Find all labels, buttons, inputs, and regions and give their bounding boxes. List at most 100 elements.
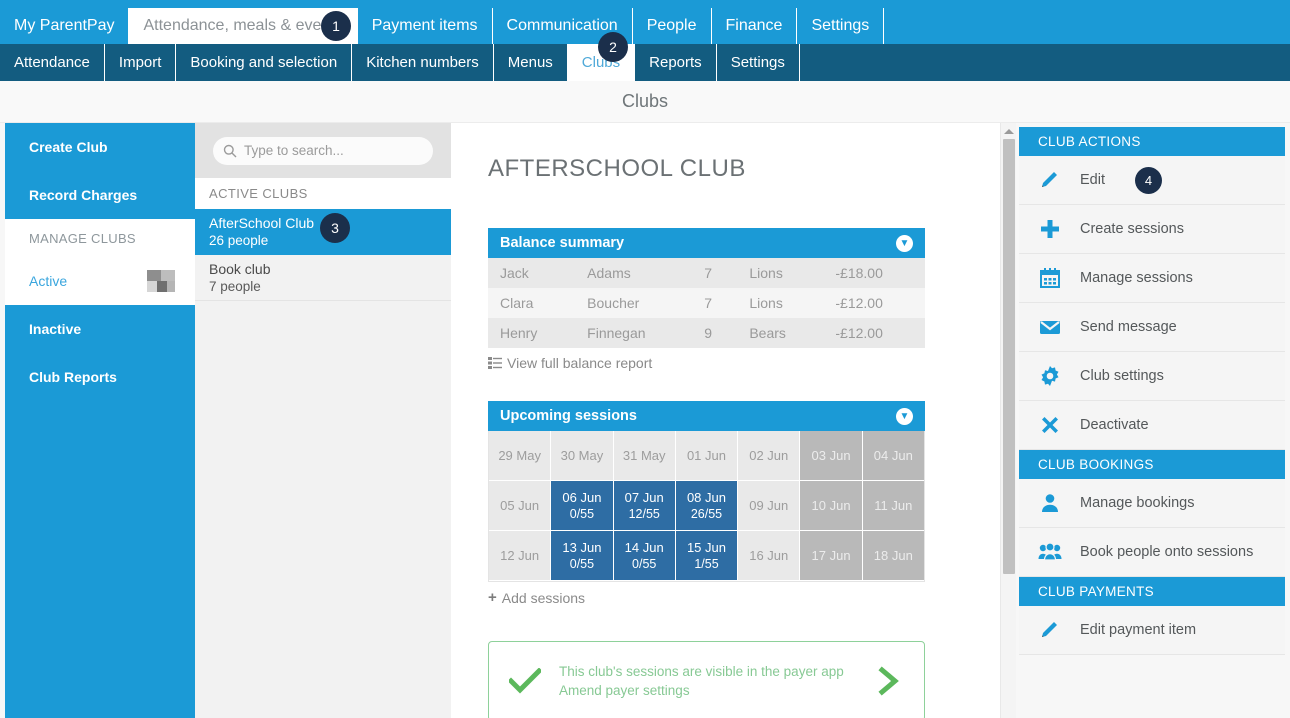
nav-tab-settings[interactable]: Settings: [797, 8, 885, 44]
subnav-tab-kitchen-numbers[interactable]: Kitchen numbers: [352, 44, 494, 81]
scroll-up-arrow-icon[interactable]: [1004, 129, 1014, 134]
calendar-day-count: 0/55: [569, 556, 595, 571]
calendar-day-cell[interactable]: 02 Jun: [738, 431, 801, 481]
calendar-day-date: 30 May: [560, 447, 604, 463]
action-deactivate[interactable]: Deactivate: [1019, 401, 1285, 450]
calendar-day-cell[interactable]: 03 Jun: [800, 431, 863, 481]
calendar-day-count: 26/55: [690, 506, 723, 521]
subnav-tab-menus[interactable]: Menus: [494, 44, 568, 81]
balance-summary-header[interactable]: Balance summary ▼: [488, 228, 925, 258]
action-edit-payment-item-label: Edit payment item: [1080, 622, 1197, 638]
calendar-day-cell[interactable]: 09 Jun: [738, 481, 801, 531]
calendar-day-cell[interactable]: 12 Jun: [489, 531, 552, 581]
calendar-day-cell[interactable]: 16 Jun: [738, 531, 801, 581]
payer-app-notice-text: This club's sessions are visible in the …: [559, 662, 856, 700]
nav-tab-finance[interactable]: Finance: [711, 8, 798, 44]
sidebar-item-record-charges[interactable]: Record Charges: [5, 171, 195, 219]
subnav-tab-booking-and-selection[interactable]: Booking and selection: [176, 44, 353, 81]
nav-tab-my-parentpay[interactable]: My ParentPay: [0, 8, 130, 44]
action-book-people-onto-sessions[interactable]: Book people onto sessions: [1019, 528, 1285, 577]
calendar-day-date: 15 Jun: [686, 539, 726, 555]
calendar-day-cell[interactable]: 29 May: [489, 431, 552, 481]
top-navigation-bar: My ParentPay Attendance, meals & events …: [0, 0, 1290, 44]
search-icon: [223, 144, 237, 157]
action-club-settings[interactable]: Club settings: [1019, 352, 1285, 401]
upcoming-sessions-header[interactable]: Upcoming sessions ▼: [488, 401, 925, 431]
pencil-icon: [1038, 618, 1062, 642]
calendar-day-date: 31 May: [622, 447, 666, 463]
calendar-day-cell[interactable]: 17 Jun: [800, 531, 863, 581]
action-manage-sessions[interactable]: Manage sessions: [1019, 254, 1285, 303]
calendar-day-cell[interactable]: 11 Jun: [862, 481, 924, 531]
chevron-down-icon[interactable]: ▼: [896, 407, 913, 425]
calendar-day-cell[interactable]: 01 Jun: [675, 431, 739, 481]
sessions-calendar: 29 May 30 May 31 May 01 Jun 02 Jun 03 Ju…: [488, 431, 925, 582]
calendar-day-date: 12 Jun: [500, 547, 540, 563]
sidebar-item-active[interactable]: Active: [5, 257, 195, 305]
subnav-tab-attendance[interactable]: Attendance: [0, 44, 105, 81]
calendar-day-cell[interactable]: 07 Jun 12/55: [613, 481, 676, 531]
step-badge-4: 4: [1135, 166, 1162, 194]
action-edit-payment-item[interactable]: Edit payment item: [1019, 606, 1285, 655]
add-sessions-link[interactable]: + Add sessions: [488, 589, 1000, 606]
calendar-day-date: 08 Jun: [686, 489, 726, 505]
calendar-day-date: 09 Jun: [749, 497, 789, 513]
view-full-balance-report-link[interactable]: View full balance report: [488, 355, 1000, 371]
action-book-people-onto-sessions-label: Book people onto sessions: [1080, 544, 1254, 560]
sidebar-item-create-club[interactable]: Create Club: [5, 123, 195, 171]
calendar-day-cell[interactable]: 18 Jun: [862, 531, 924, 581]
cell-amount: -£18.00: [835, 265, 883, 281]
payer-app-notice[interactable]: This club's sessions are visible in the …: [488, 641, 925, 718]
subnav-tab-import[interactable]: Import: [105, 44, 177, 81]
action-send-message[interactable]: Send message: [1019, 303, 1285, 352]
action-edit[interactable]: Edit 4: [1019, 156, 1285, 205]
club-search-wrap: Type to search...: [195, 123, 451, 178]
chevron-down-icon[interactable]: ▼: [896, 234, 913, 252]
table-row[interactable]: Jack Adams 7 Lions -£18.00: [488, 258, 925, 288]
calendar-day-cell[interactable]: 31 May: [613, 431, 676, 481]
calendar-day-cell[interactable]: 04 Jun: [862, 431, 924, 481]
calendar-day-count: 0/55: [569, 506, 595, 521]
calendar-day-cell[interactable]: 14 Jun 0/55: [613, 531, 676, 581]
plus-icon: [1038, 217, 1062, 241]
calendar-day-cell[interactable]: 08 Jun 26/55: [675, 481, 739, 531]
step-badge-3: 3: [320, 213, 350, 243]
club-people-count: 7 people: [209, 279, 261, 294]
gear-icon: [1038, 364, 1062, 388]
cell-year: 9: [704, 325, 712, 341]
cross-icon: [1038, 413, 1062, 437]
calendar-icon: [1038, 266, 1062, 290]
calendar-day-cell[interactable]: 06 Jun 0/55: [551, 481, 614, 531]
nav-tab-payment-items[interactable]: Payment items: [357, 8, 493, 44]
calendar-day-cell[interactable]: 10 Jun: [800, 481, 863, 531]
payer-app-notice-line1: This club's sessions are visible in the …: [559, 664, 844, 679]
subnav-tab-settings[interactable]: Settings: [717, 44, 800, 81]
action-manage-bookings[interactable]: Manage bookings: [1019, 479, 1285, 528]
nav-tab-people[interactable]: People: [632, 8, 712, 44]
calendar-day-cell[interactable]: 30 May: [551, 431, 614, 481]
payer-app-notice-line2: Amend payer settings: [559, 683, 690, 698]
calendar-day-cell[interactable]: 13 Jun 0/55: [551, 531, 614, 581]
calendar-day-cell[interactable]: 15 Jun 1/55: [675, 531, 739, 581]
scrollbar-thumb[interactable]: [1003, 139, 1015, 574]
club-bookings-heading: CLUB BOOKINGS: [1019, 450, 1285, 479]
calendar-day-date: 05 Jun: [500, 497, 540, 513]
sidebar-item-inactive[interactable]: Inactive: [5, 305, 195, 353]
sidebar-heading-manage-clubs: MANAGE CLUBS: [29, 230, 136, 246]
calendar-day-count: 0/55: [632, 556, 657, 571]
sidebar-item-club-reports[interactable]: Club Reports: [5, 353, 195, 401]
view-full-balance-report-label: View full balance report: [507, 355, 653, 371]
chevron-right-icon[interactable]: [874, 666, 904, 696]
calendar-day-date: 29 May: [498, 447, 541, 463]
action-create-sessions[interactable]: Create sessions: [1019, 205, 1285, 254]
table-row[interactable]: Clara Boucher 7 Lions -£12.00: [488, 288, 925, 318]
top-nav-tabs: My ParentPay Attendance, meals & events …: [0, 8, 885, 44]
vertical-scrollbar[interactable]: [1000, 123, 1016, 718]
calendar-day-date: 07 Jun: [624, 489, 664, 505]
sidebar-item-active-label: Active: [29, 273, 68, 289]
subnav-tab-reports[interactable]: Reports: [635, 44, 717, 81]
calendar-day-cell[interactable]: 05 Jun: [489, 481, 552, 531]
club-list-item-book-club[interactable]: Book club 7 people: [195, 255, 451, 301]
table-row[interactable]: Henry Finnegan 9 Bears -£12.00: [488, 318, 925, 348]
search-input[interactable]: Type to search...: [213, 136, 433, 165]
